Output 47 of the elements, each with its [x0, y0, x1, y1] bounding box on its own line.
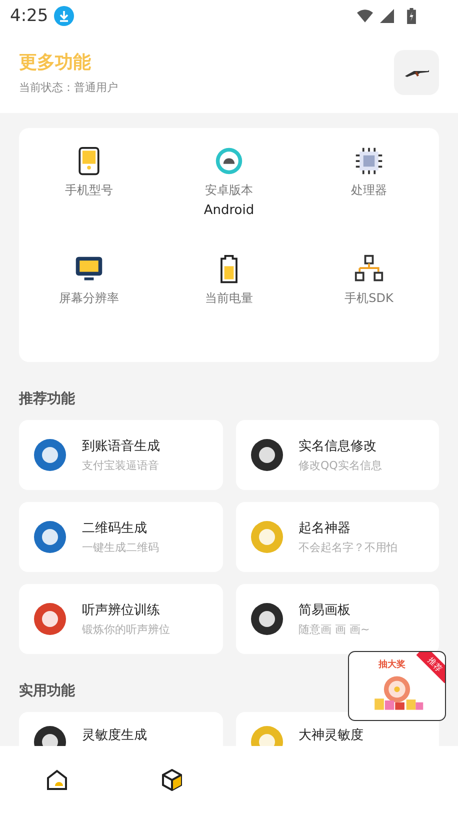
feature-title: 听声辨位训练: [82, 602, 161, 619]
feature-subtitle: 随意画 画 画~: [298, 622, 370, 637]
feature-card[interactable]: 实名信息修改 修改QQ实名信息: [236, 420, 439, 490]
info-label: 当前电量: [205, 290, 253, 307]
home-icon: [46, 769, 68, 791]
chip-icon: [354, 146, 384, 176]
info-label: 安卓版本: [205, 182, 253, 199]
section-title: 实用功能: [19, 682, 76, 700]
feature-title: 二维码生成: [82, 520, 148, 537]
feature-title: 到账语音生成: [82, 438, 160, 455]
feature-title: 灵敏度生成: [82, 727, 147, 744]
network-icon: [354, 254, 384, 284]
feature-title: 大神灵敏度: [298, 727, 364, 744]
feature-subtitle: 修改QQ实名信息: [298, 458, 382, 473]
user-status: 当前状态：普通用户: [19, 80, 119, 95]
rifle-icon: [404, 68, 430, 76]
feature-card[interactable]: 简易画板 随意画 画 画~: [236, 584, 439, 654]
info-label: 屏幕分辨率: [59, 290, 119, 307]
cube-icon: [160, 769, 183, 791]
status-time: 4:25: [10, 6, 48, 26]
section-title: 推荐功能: [19, 390, 76, 408]
feature-title: 简易画板: [298, 602, 352, 619]
feature-title: 实名信息修改: [298, 438, 378, 455]
feature-subtitle: 一键生成二维码: [82, 540, 159, 555]
lottery-popup[interactable]: 抽大奖 推荐: [348, 651, 446, 721]
feature-subtitle: 不会起名字？不用怕: [298, 540, 398, 555]
feature-subtitle: 锻炼你的听声辨位: [82, 622, 170, 637]
feature-subtitle: 支付宝装逼语音: [82, 458, 160, 473]
wifi-icon: [357, 9, 373, 23]
battery-icon: [407, 8, 416, 24]
feature-card[interactable]: 到账语音生成 支付宝装逼语音: [19, 420, 222, 490]
feature-card[interactable]: 二维码生成 一键生成二维码: [19, 502, 222, 572]
feature-card[interactable]: 听声辨位训练 锻炼你的听声辨位: [19, 584, 222, 654]
rifle-button[interactable]: [394, 50, 439, 95]
signal-icon: [379, 9, 395, 23]
android-icon: [214, 146, 244, 176]
info-label: 手机型号: [65, 182, 113, 199]
info-value: Android: [204, 203, 254, 218]
feature-card[interactable]: 起名神器 不会起名字？不用怕: [236, 502, 439, 572]
feature-card[interactable]: 灵敏度生成: [19, 712, 222, 746]
feature-title: 起名神器: [298, 520, 352, 537]
promo-ribbon: 推荐: [416, 652, 445, 684]
promo-title: 抽大奖: [378, 658, 406, 671]
download-icon: [54, 6, 74, 26]
info-label: 手机SDK: [344, 290, 394, 307]
info-label: 处理器: [351, 182, 387, 199]
page-title: 更多功能: [19, 51, 92, 74]
